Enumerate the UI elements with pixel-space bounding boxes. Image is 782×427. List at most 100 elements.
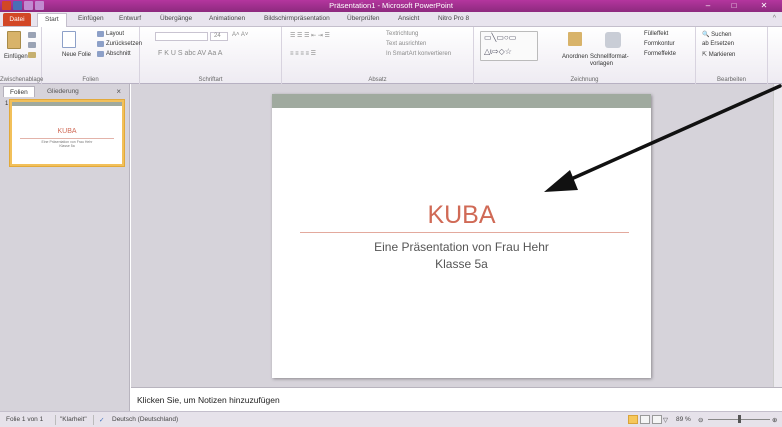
tab-gliederung[interactable]: Gliederung <box>41 86 85 97</box>
slide-thumbnail[interactable]: KUBA Eine Präsentation von Frau Hehr Kla… <box>10 100 124 166</box>
slide-sorter-view-icon[interactable] <box>640 415 650 424</box>
zoom-out-icon[interactable]: ⊖ <box>698 416 703 424</box>
slides-panel: Folien Gliederung × 1 KUBA Eine Präsenta… <box>0 84 130 411</box>
spellcheck-icon[interactable]: ✓ <box>99 416 104 424</box>
tab-animationen[interactable]: Animationen <box>209 15 245 22</box>
font-size-select[interactable]: 24 <box>210 32 228 41</box>
ribbon: Einfügen Zwischenablage Neue Folie Layou… <box>0 27 782 84</box>
font-family-select[interactable] <box>155 32 208 41</box>
tab-entwurf[interactable]: Entwurf <box>119 15 141 22</box>
zoom-in-icon[interactable]: ⊕ <box>772 416 777 424</box>
slide-canvas[interactable]: KUBA Eine Präsentation von Frau Hehr Kla… <box>272 94 651 378</box>
quick-styles-button[interactable]: Schnellformat-vorlagen <box>590 54 638 68</box>
select-label: Markieren <box>708 52 736 58</box>
select-button[interactable]: ⇱ Markieren <box>702 51 735 58</box>
paste-button[interactable]: Einfügen <box>4 54 28 60</box>
text-direction-button[interactable]: Textrichtung <box>386 31 418 37</box>
copy-icon[interactable] <box>28 42 36 48</box>
arrange-button[interactable]: Anordnen <box>562 54 588 60</box>
maximize-button[interactable]: □ <box>724 0 744 12</box>
editing-group-label: Bearbeiten <box>716 77 747 83</box>
tab-start[interactable]: Start <box>37 13 67 28</box>
group-drawing: ▭╲▭○▭ △ɩ⇨◇☆ Anordnen Schnellformat-vorla… <box>474 27 696 84</box>
align-buttons-icon[interactable]: ≡ ≡ ≡ ≡ ☰ <box>290 50 316 57</box>
group-font: 24 A˄ A˅ F K U S abc AV Aa A Schriftart <box>140 27 282 84</box>
find-label: Suchen <box>711 32 732 38</box>
notes-pane[interactable]: Klicken Sie, um Notizen hinzuzufügen <box>131 387 782 411</box>
shape-outline-button[interactable]: Formkontur <box>644 41 675 47</box>
tab-bildschirmpraesentation[interactable]: Bildschirmpräsentation <box>264 15 330 22</box>
theme-name[interactable]: "Klarheit" <box>60 416 87 423</box>
shape-fill-button[interactable]: Fülleffekt <box>644 31 668 37</box>
minimize-button[interactable]: – <box>698 0 718 12</box>
group-paragraph: ☰ ☰ ☰ ⇤ ⇥ ☰ ≡ ≡ ≡ ≡ ☰ Textrichtung Text … <box>282 27 474 84</box>
tab-einfuegen[interactable]: Einfügen <box>78 15 104 22</box>
slide-thumbnail-number: 1 <box>5 101 9 107</box>
tab-ueberpruefen[interactable]: Überprüfen <box>347 15 380 22</box>
thumbnail-header-bar <box>12 102 122 106</box>
slides-group-label: Folien <box>82 77 99 83</box>
group-slides: Neue Folie Layout Zurücksetzen Abschnitt… <box>42 27 142 84</box>
window-title: Präsentation1 - Microsoft PowerPoint <box>329 1 453 10</box>
layout-button[interactable]: Layout <box>106 31 124 37</box>
tab-ansicht[interactable]: Ansicht <box>398 15 419 22</box>
slide-title[interactable]: KUBA <box>272 201 651 230</box>
font-format-buttons[interactable]: F K U S abc AV Aa A <box>158 50 222 57</box>
section-icon[interactable] <box>97 51 104 57</box>
font-group-label: Schriftart <box>198 77 223 83</box>
zoom-level[interactable]: 89 % <box>676 416 691 423</box>
shapes-icon: ▭╲▭○▭ <box>484 33 517 42</box>
format-painter-icon[interactable] <box>28 52 36 58</box>
grow-shrink-font-icon[interactable]: A˄ A˅ <box>232 32 248 38</box>
paste-icon[interactable] <box>7 31 21 49</box>
slide-counter: Folie 1 von 1 <box>6 416 44 423</box>
group-editing: 🔍 Suchen ab Ersetzen ⇱ Markieren Bearbei… <box>696 27 768 84</box>
thumbnail-subtitle-line2: Klasse 5a <box>59 144 75 148</box>
reading-view-icon[interactable] <box>652 415 662 424</box>
reset-icon[interactable] <box>97 41 104 47</box>
slide-editor: KUBA Eine Präsentation von Frau Hehr Kla… <box>131 84 782 387</box>
align-text-button[interactable]: Text ausrichten <box>386 41 426 47</box>
title-bar: Präsentation1 - Microsoft PowerPoint – □… <box>0 0 782 12</box>
slide-header-bar <box>272 94 651 108</box>
new-slide-icon[interactable] <box>62 31 76 48</box>
ribbon-tabs: Datei Start Einfügen Entwurf Übergänge A… <box>0 12 782 28</box>
layout-icon[interactable] <box>97 31 104 37</box>
tab-nitro[interactable]: Nitro Pro 8 <box>438 15 469 22</box>
tab-uebergaenge[interactable]: Übergänge <box>160 15 192 22</box>
replace-label: Ersetzen <box>710 41 735 47</box>
replace-button[interactable]: ab Ersetzen <box>702 41 734 47</box>
list-buttons-icon[interactable]: ☰ ☰ ☰ ⇤ ⇥ ☰ <box>290 32 330 39</box>
tab-datei[interactable]: Datei <box>3 13 31 26</box>
zoom-slider-thumb[interactable] <box>738 415 741 423</box>
cut-icon[interactable] <box>28 32 36 38</box>
quick-styles-icon[interactable] <box>605 32 621 48</box>
smartart-button[interactable]: In SmartArt konvertieren <box>386 51 451 57</box>
close-button[interactable]: ✕ <box>754 0 774 12</box>
thumbnail-subtitle: Eine Präsentation von Frau Hehr Klasse 5… <box>12 140 122 148</box>
language-indicator[interactable]: Deutsch (Deutschland) <box>112 416 178 423</box>
section-button[interactable]: Abschnitt <box>106 51 131 57</box>
panel-tabs: Folien Gliederung × <box>3 86 127 97</box>
clipboard-group-label: Zwischenablage <box>0 77 44 83</box>
arrange-icon[interactable] <box>568 32 582 46</box>
tab-folien[interactable]: Folien <box>3 86 35 97</box>
status-separator <box>55 415 56 425</box>
status-bar: Folie 1 von 1 "Klarheit" ✓ Deutsch (Deut… <box>0 411 782 427</box>
status-separator <box>93 415 94 425</box>
paragraph-group-label: Absatz <box>368 77 387 83</box>
panel-close-icon[interactable]: × <box>110 86 127 97</box>
find-button[interactable]: 🔍 Suchen <box>702 31 732 38</box>
new-slide-button[interactable]: Neue Folie <box>62 52 91 58</box>
thumbnail-divider <box>20 138 114 139</box>
slide-subtitle-line2[interactable]: Klasse 5a <box>272 257 651 271</box>
shape-effects-button[interactable]: Formeffekte <box>644 51 676 57</box>
normal-view-icon[interactable] <box>628 415 638 424</box>
slideshow-view-icon[interactable]: ▽ <box>663 416 668 424</box>
slide-subtitle-line1[interactable]: Eine Präsentation von Frau Hehr <box>272 240 651 254</box>
drawing-group-label: Zeichnung <box>570 77 599 83</box>
help-icon[interactable]: ^ <box>773 15 776 22</box>
reset-button[interactable]: Zurücksetzen <box>106 41 142 47</box>
notes-placeholder: Klicken Sie, um Notizen hinzuzufügen <box>137 395 280 405</box>
vertical-scrollbar[interactable] <box>773 84 782 387</box>
